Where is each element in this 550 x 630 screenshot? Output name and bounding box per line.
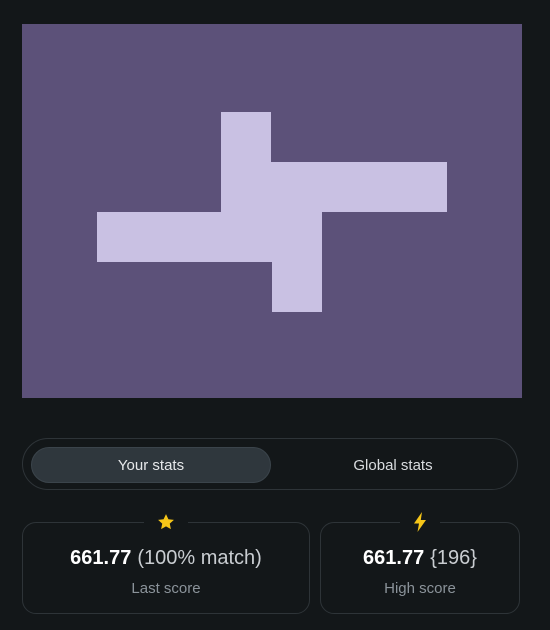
stats-tabs: Your stats Global stats: [22, 438, 518, 490]
high-score-line: 661.77 {196}: [321, 547, 519, 570]
shape-block: [97, 212, 322, 262]
shape-block: [271, 162, 447, 212]
last-score-value: 661.77: [70, 547, 132, 569]
last-score-line: 661.77 (100% match): [23, 547, 309, 570]
shape-block: [221, 112, 271, 212]
tab-global-stats[interactable]: Global stats: [273, 447, 513, 483]
high-score-label: High score: [384, 580, 456, 597]
last-score-label: Last score: [131, 580, 201, 597]
tab-your-stats[interactable]: Your stats: [31, 447, 271, 483]
high-score-value: 661.77: [363, 547, 425, 569]
star-icon: [144, 510, 188, 534]
shape-block: [272, 262, 322, 312]
high-score-card: 661.77 {196} High score: [320, 510, 520, 614]
game-screen: Your stats Global stats 661.77 (100% matc…: [0, 0, 550, 630]
last-score-card: 661.77 (100% match) Last score: [22, 510, 310, 614]
last-score-match: (100% match): [137, 547, 262, 569]
puzzle-canvas: [22, 24, 522, 398]
lightning-icon: [400, 510, 440, 534]
high-score-attempts: {196}: [430, 547, 477, 569]
